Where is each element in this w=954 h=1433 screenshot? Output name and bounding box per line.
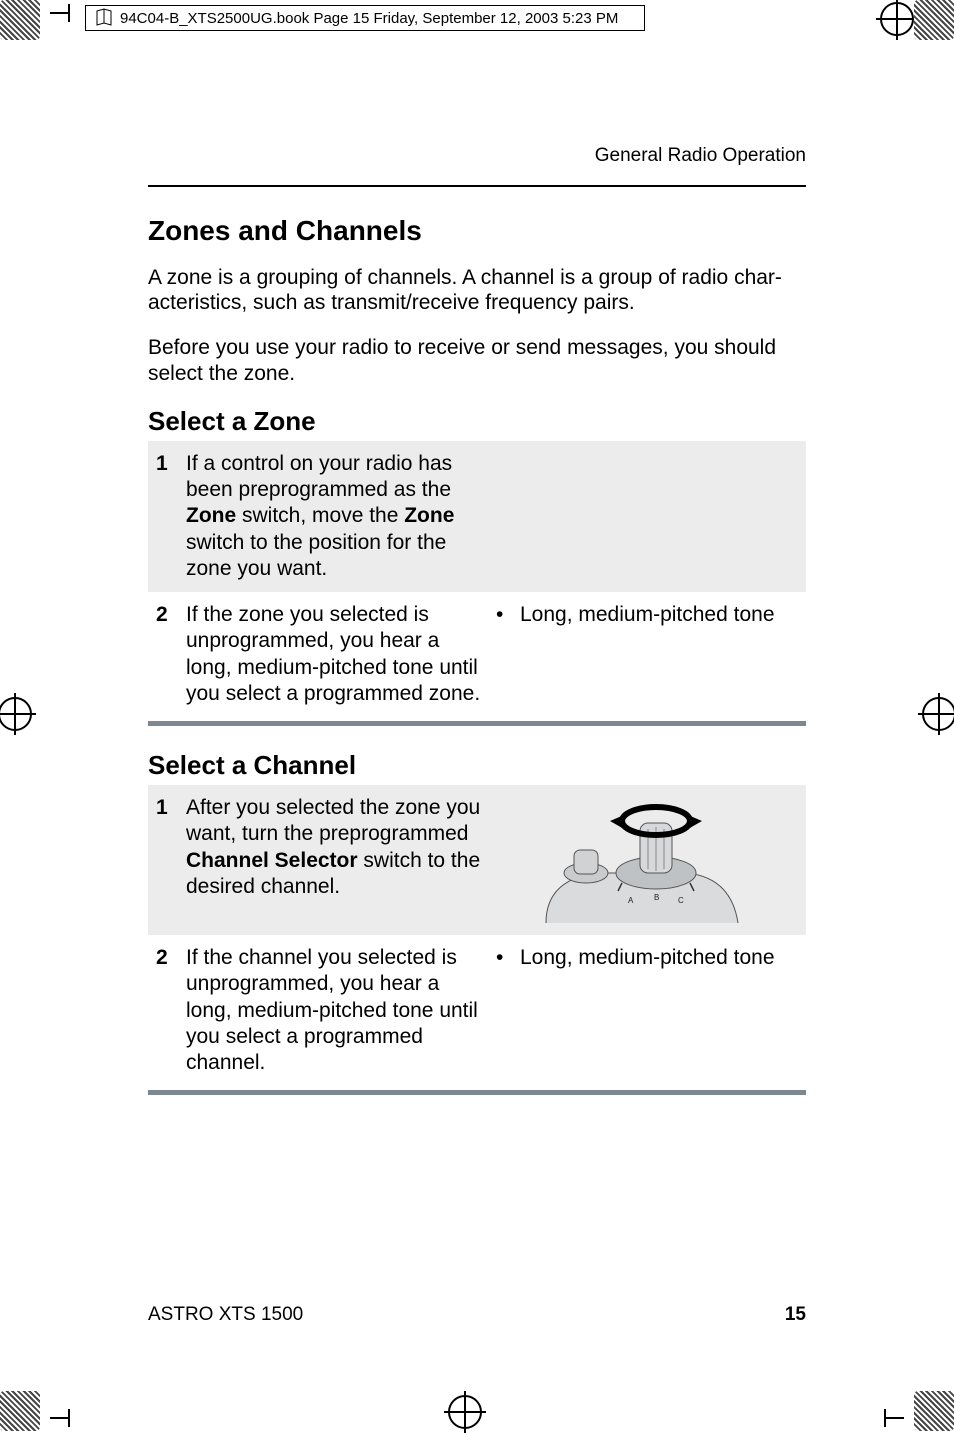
result-text: Long, medium-pitched tone bbox=[520, 602, 775, 707]
step-result bbox=[496, 451, 798, 582]
channel-heading: Select a Channel bbox=[148, 750, 806, 781]
page-footer: ASTRO XTS 1500 15 bbox=[148, 1304, 806, 1326]
crop-mark bbox=[884, 1409, 904, 1427]
page-body: General Radio Operation Zones and Channe… bbox=[148, 145, 806, 1119]
crop-mark bbox=[448, 1395, 482, 1429]
step-number: 2 bbox=[156, 945, 186, 1076]
zone-heading: Select a Zone bbox=[148, 406, 806, 437]
section-divider bbox=[148, 721, 806, 726]
step-text-span: switch to the position for the zone you … bbox=[186, 531, 446, 580]
step-text-span: switch, move the bbox=[236, 504, 404, 527]
step-result: • Long, medium-pitched tone bbox=[496, 602, 798, 707]
svg-text:B: B bbox=[654, 893, 659, 902]
step-row: 2 If the zone you selected is unprogramm… bbox=[148, 592, 806, 717]
book-icon bbox=[94, 8, 114, 28]
step-text-span: If a control on your radio has been prep… bbox=[186, 452, 452, 501]
svg-text:A: A bbox=[628, 896, 634, 905]
print-header-text: 94C04-B_XTS2500UG.book Page 15 Friday, S… bbox=[120, 10, 618, 27]
crop-mark bbox=[50, 1409, 70, 1427]
print-hatch-icon bbox=[914, 1391, 954, 1431]
section-divider bbox=[148, 1090, 806, 1095]
print-hatch-icon bbox=[0, 1391, 40, 1431]
step-text: If the zone you selected is unprogrammed… bbox=[186, 602, 496, 707]
crop-mark bbox=[0, 697, 32, 731]
footer-page-number: 15 bbox=[785, 1304, 806, 1326]
print-header: 94C04-B_XTS2500UG.book Page 15 Friday, S… bbox=[85, 5, 645, 31]
radio-knob-illustration: A B C bbox=[496, 795, 786, 925]
step-row: 2 If the channel you selected is unprogr… bbox=[148, 935, 806, 1086]
step-bold: Zone bbox=[404, 504, 454, 527]
bullet-icon: • bbox=[496, 945, 520, 1076]
step-text-span: After you selected the zone you want, tu… bbox=[186, 796, 480, 845]
crop-mark bbox=[880, 2, 914, 36]
step-number: 1 bbox=[156, 795, 186, 925]
print-hatch-icon bbox=[0, 0, 40, 40]
step-row: 1 After you selected the zone you want, … bbox=[148, 785, 806, 935]
step-row: 1 If a control on your radio has been pr… bbox=[148, 441, 806, 592]
step-number: 2 bbox=[156, 602, 186, 707]
result-text: Long, medium-pitched tone bbox=[520, 945, 775, 1076]
step-result: • Long, medium-pitched tone bbox=[496, 945, 798, 1076]
svg-text:C: C bbox=[678, 896, 684, 905]
footer-product: ASTRO XTS 1500 bbox=[148, 1304, 303, 1326]
step-bold: Channel Selector bbox=[186, 849, 358, 872]
step-result: A B C bbox=[496, 795, 798, 925]
step-text: If the channel you selected is unprogram… bbox=[186, 945, 496, 1076]
crop-mark bbox=[922, 697, 954, 731]
running-head: General Radio Operation bbox=[148, 145, 806, 167]
step-bold: Zone bbox=[186, 504, 236, 527]
header-rule bbox=[148, 185, 806, 187]
intro-paragraph: Before you use your radio to receive or … bbox=[148, 335, 806, 385]
print-hatch-icon bbox=[914, 0, 954, 40]
step-number: 1 bbox=[156, 451, 186, 582]
bullet-icon: • bbox=[496, 602, 520, 707]
crop-mark bbox=[50, 4, 70, 22]
section-title: Zones and Channels bbox=[148, 215, 806, 247]
step-text: After you selected the zone you want, tu… bbox=[186, 795, 496, 925]
step-text: If a control on your radio has been prep… bbox=[186, 451, 496, 582]
intro-paragraph: A zone is a grouping of channels. A chan… bbox=[148, 265, 806, 315]
